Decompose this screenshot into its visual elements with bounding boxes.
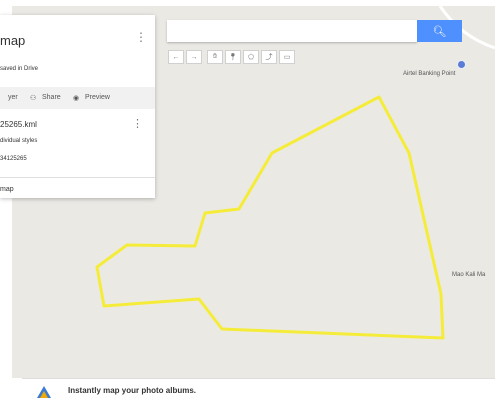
search-icon: 🔍︎ bbox=[432, 25, 447, 38]
panel-divider bbox=[0, 177, 155, 178]
map-toolbar: ← → ✋︎ 📍︎ ⬠ ⤴ ▭ bbox=[168, 50, 295, 64]
undo-icon[interactable]: ← bbox=[168, 50, 184, 64]
layer-style-link[interactable]: dividual styles bbox=[0, 138, 37, 144]
saved-status: saved in Drive bbox=[0, 66, 39, 72]
promo-text: Instantly map your photo albums. bbox=[68, 386, 197, 395]
map-title[interactable]: map bbox=[0, 33, 25, 48]
layer-name[interactable]: 25265.kml bbox=[0, 120, 37, 129]
search-button[interactable]: 🔍︎ bbox=[417, 20, 462, 42]
add-layer-button[interactable]: yer bbox=[8, 94, 18, 101]
base-map-item[interactable]: map bbox=[0, 186, 14, 193]
redo-icon[interactable]: → bbox=[186, 50, 202, 64]
preview-icon[interactable]: ◉ bbox=[73, 94, 79, 102]
search-input[interactable] bbox=[167, 20, 417, 42]
polygon-icon[interactable]: ⬠ bbox=[243, 50, 259, 64]
marker-icon[interactable]: 📍︎ bbox=[225, 50, 241, 64]
ruler-icon[interactable]: ▭ bbox=[279, 50, 295, 64]
promo-banner[interactable]: Instantly map your photo albums. bbox=[22, 378, 495, 403]
poi-marker-icon[interactable] bbox=[457, 60, 466, 69]
poi-label-airtel[interactable]: Airtel Banking Point bbox=[403, 71, 455, 77]
preview-button[interactable]: Preview bbox=[85, 94, 110, 101]
photo-album-icon bbox=[37, 386, 51, 398]
hand-icon[interactable]: ✋︎ bbox=[207, 50, 223, 64]
share-button[interactable]: Share bbox=[42, 94, 61, 101]
panel-toolbar: yer ⚇ Share ◉ Preview bbox=[0, 87, 155, 109]
map-legend-panel: map ⋮ saved in Drive yer ⚇ Share ◉ Previ… bbox=[0, 15, 155, 198]
poi-label-mao-kali[interactable]: Mao Kali Ma bbox=[452, 272, 485, 278]
layer-options-icon[interactable]: ⋮ bbox=[132, 117, 143, 130]
route-icon[interactable]: ⤴ bbox=[261, 50, 277, 64]
share-icon[interactable]: ⚇ bbox=[30, 94, 36, 102]
more-options-icon[interactable]: ⋮ bbox=[135, 30, 147, 44]
layer-feature-item[interactable]: 34125265 bbox=[0, 156, 27, 162]
